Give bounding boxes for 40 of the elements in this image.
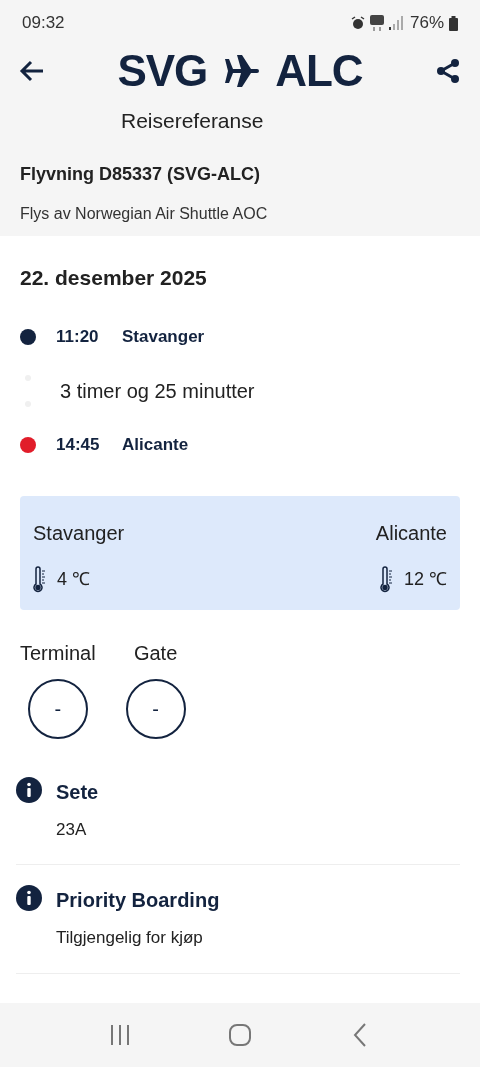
temperature-text: 12 ℃ bbox=[403, 568, 447, 591]
gate-label: Gate bbox=[133, 640, 178, 666]
destination-code: ALC bbox=[275, 45, 363, 97]
share-button[interactable] bbox=[434, 57, 462, 85]
stop-time: 11:20 bbox=[56, 325, 100, 348]
reference-label: Reisereferanse bbox=[121, 107, 264, 134]
operator-text: Flys av Norwegian Air Shuttle AOC bbox=[20, 204, 269, 224]
info-icon bbox=[16, 776, 42, 803]
weather-city: Alicante bbox=[375, 520, 447, 546]
flight-duration: 3 timer og 25 minutter bbox=[60, 378, 255, 404]
chevron-left-icon bbox=[353, 1023, 367, 1047]
signal-icon bbox=[388, 16, 405, 30]
stop-place: Stavanger bbox=[122, 325, 205, 348]
stop-time: 14:45 bbox=[56, 433, 101, 456]
battery-icon bbox=[449, 15, 458, 31]
temperature-text: 4 ℃ bbox=[57, 568, 90, 591]
info-title: Sete bbox=[56, 779, 99, 805]
weather-city: Stavanger bbox=[33, 520, 125, 546]
origin-code: SVG bbox=[117, 45, 208, 97]
three-lines-icon bbox=[109, 1024, 131, 1046]
status-time: 09:32 bbox=[22, 12, 65, 35]
network-icon bbox=[369, 15, 384, 31]
alarm-icon bbox=[350, 16, 365, 30]
airplane-icon bbox=[223, 55, 260, 87]
gate-value: - bbox=[125, 678, 186, 739]
flight-title: Flyvning D85337 (SVG-ALC) bbox=[20, 163, 262, 186]
battery-percent: 76% bbox=[409, 12, 444, 35]
stop-place: Alicante bbox=[122, 433, 189, 456]
info-title: Priority Boarding bbox=[56, 888, 220, 913]
flight-date: 22. desember 2025 bbox=[20, 265, 208, 291]
info-icon bbox=[16, 885, 42, 911]
share-icon bbox=[435, 58, 461, 84]
gate-label: Terminal bbox=[20, 640, 96, 666]
gate-value: - bbox=[27, 678, 88, 739]
back-arrow-icon bbox=[19, 60, 45, 82]
thermometer-icon bbox=[33, 565, 47, 594]
rounded-square-icon bbox=[229, 1024, 251, 1046]
info-detail: Tilgjengelig for kjøp bbox=[56, 927, 204, 949]
info-detail: 23A bbox=[56, 818, 88, 841]
thermometer-icon bbox=[379, 565, 394, 594]
